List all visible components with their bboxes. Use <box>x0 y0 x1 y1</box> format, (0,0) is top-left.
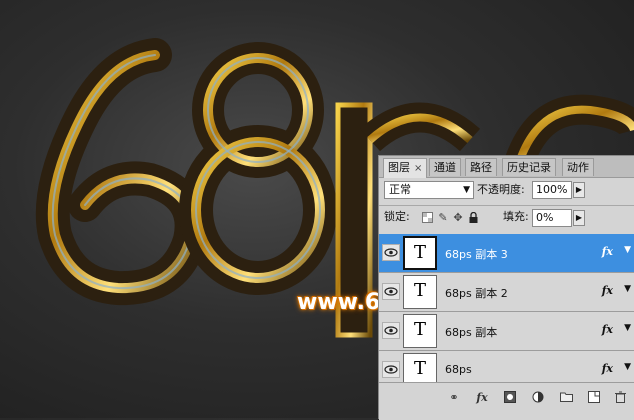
expand-effects-arrow-icon[interactable]: ▼ <box>624 284 631 294</box>
layer-name: 68ps 副本 3 <box>445 248 508 261</box>
visibility-eye-icon[interactable] <box>382 322 400 339</box>
expand-effects-arrow-icon[interactable]: ▼ <box>624 245 631 255</box>
lock-transparent-icon[interactable] <box>421 212 433 224</box>
blend-row: 正常 ▼ 不透明度: 100% ▶ <box>379 181 634 203</box>
adjustment-icon[interactable] <box>531 391 545 405</box>
fill-input[interactable]: 0% <box>532 209 572 227</box>
visibility-eye-icon[interactable] <box>382 283 400 300</box>
tab-layers[interactable]: 图层 × <box>383 158 428 178</box>
visibility-eye-icon[interactable] <box>382 244 400 261</box>
tab-actions[interactable]: 动作 <box>562 158 594 176</box>
text-layer-thumbnail: T <box>403 275 437 309</box>
divider <box>379 205 634 206</box>
layer-row[interactable]: T 68ps 副本 fx ▼ <box>379 312 634 351</box>
fill-label: 填充: <box>503 210 529 223</box>
new-layer-icon[interactable] <box>587 391 601 405</box>
lock-position-move-icon[interactable]: ✥ <box>452 212 464 224</box>
text-layer-thumbnail: T <box>403 314 437 348</box>
dropdown-arrow-icon: ▼ <box>463 185 470 195</box>
visibility-eye-icon[interactable] <box>382 361 400 378</box>
layers-panel: 图层 × 通道 路径 历史记录 动作 正常 ▼ 不透明度: 100% ▶ 锁定: … <box>378 155 634 420</box>
layer-name: 68ps 副本 2 <box>445 287 508 300</box>
lock-pixels-brush-icon[interactable]: ✎ <box>437 212 449 224</box>
lock-row: 锁定: ✎ ✥ 填充: 0% ▶ <box>379 209 634 230</box>
glyph-6 <box>35 38 209 306</box>
folder-icon[interactable] <box>559 391 573 405</box>
lock-label: 锁定: <box>384 210 410 223</box>
layer-effects-fx-icon[interactable]: fx <box>602 323 613 336</box>
mask-icon[interactable] <box>503 391 517 405</box>
text-layer-thumbnail: T <box>403 236 437 270</box>
trash-icon[interactable] <box>613 391 627 405</box>
layer-name: 68ps 副本 <box>445 326 498 339</box>
layer-effects-fx-icon[interactable]: fx <box>602 245 613 258</box>
fill-slider-arrow-icon[interactable]: ▶ <box>573 210 585 226</box>
expand-effects-arrow-icon[interactable]: ▼ <box>624 362 631 372</box>
lock-all-icon[interactable] <box>467 211 479 224</box>
expand-effects-arrow-icon[interactable]: ▼ <box>624 323 631 333</box>
opacity-label: 不透明度: <box>477 183 525 196</box>
layer-row[interactable]: T 68ps 副本 3 fx ▼ <box>379 234 634 273</box>
opacity-slider-arrow-icon[interactable]: ▶ <box>573 182 585 198</box>
layer-effects-fx-icon[interactable]: fx <box>602 284 613 297</box>
fx-icon[interactable]: fx <box>475 391 489 405</box>
panel-tabs: 图层 × 通道 路径 历史记录 动作 <box>379 156 634 178</box>
glyph-s <box>505 94 634 166</box>
opacity-input[interactable]: 100% <box>532 181 572 199</box>
layer-effects-fx-icon[interactable]: fx <box>602 362 613 375</box>
tab-paths[interactable]: 路径 <box>465 158 497 176</box>
tab-history[interactable]: 历史记录 <box>502 158 556 176</box>
glyph-8 <box>179 42 337 295</box>
link-icon[interactable]: ⚭ <box>447 391 461 405</box>
layer-name: 68ps <box>445 363 472 376</box>
tab-channels[interactable]: 通道 <box>429 158 461 176</box>
close-icon[interactable]: × <box>414 163 422 174</box>
layers-bottom-toolbar: ⚭ fx <box>379 382 634 420</box>
layer-list: T 68ps 副本 3 fx ▼ T 68ps 副本 2 fx ▼ T 68ps… <box>379 234 634 390</box>
blend-mode-select[interactable]: 正常 ▼ <box>384 181 474 199</box>
layer-row[interactable]: T 68ps 副本 2 fx ▼ <box>379 273 634 312</box>
